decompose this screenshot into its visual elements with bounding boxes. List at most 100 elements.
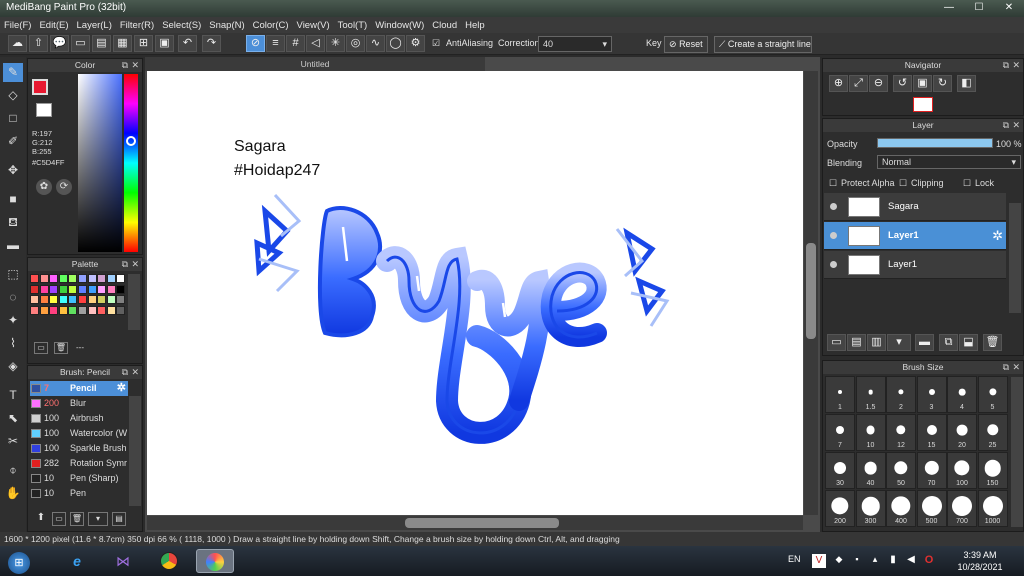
- chat-icon[interactable]: 💬: [50, 35, 69, 52]
- correction-select[interactable]: 40 ▾: [538, 36, 612, 52]
- snap-circle-icon[interactable]: ◎: [346, 35, 365, 52]
- vertical-scroll-thumb[interactable]: [806, 243, 816, 339]
- lock-checkbox[interactable]: ☐: [963, 178, 971, 189]
- palette-swatch[interactable]: [39, 305, 49, 315]
- select-tool-icon[interactable]: ⬚: [3, 265, 23, 284]
- clock[interactable]: 3:39 AM 10/28/2021: [950, 549, 1010, 573]
- opera-icon[interactable]: O: [922, 554, 936, 568]
- layer-row-layer1-selected[interactable]: Layer1 ✲: [824, 222, 1006, 250]
- text-tool-icon[interactable]: T: [3, 386, 23, 405]
- primary-color-swatch[interactable]: [32, 79, 48, 95]
- brush-list-item[interactable]: 100 Sparkle Brush: [30, 441, 128, 456]
- tray-expand-icon[interactable]: ▴: [868, 554, 882, 568]
- palette-swatch[interactable]: [97, 295, 107, 304]
- secondary-color-swatch[interactable]: [36, 103, 52, 117]
- brush-size-cell[interactable]: 150: [977, 452, 1008, 489]
- brush-settings-icon[interactable]: ▤: [112, 512, 126, 526]
- navigator-thumbnail[interactable]: [913, 97, 933, 112]
- folder-icon[interactable]: ▬: [915, 334, 934, 351]
- popout-icon[interactable]: ⧉: [122, 59, 128, 72]
- chrome-icon[interactable]: [150, 549, 188, 573]
- horizontal-scroll-thumb[interactable]: [405, 518, 559, 528]
- volume-icon[interactable]: ◀: [904, 554, 918, 568]
- brush-size-cell[interactable]: 700: [947, 490, 977, 527]
- select-pen-tool-icon[interactable]: ⌇: [3, 334, 23, 353]
- layer-scrollbar[interactable]: [1009, 203, 1021, 313]
- palette-swatch[interactable]: [116, 284, 126, 294]
- add-brush-icon[interactable]: ⬆: [34, 512, 48, 526]
- straight-line-button[interactable]: ⟋ Create a straight line: [714, 36, 812, 53]
- palette-swatch[interactable]: [68, 295, 78, 304]
- rotate-right-icon[interactable]: ↻: [933, 75, 952, 92]
- zoom-out-icon[interactable]: ⊖: [869, 75, 888, 92]
- palette-swatch[interactable]: [58, 284, 68, 294]
- palette-swatch[interactable]: [49, 295, 59, 304]
- brush-size-cell[interactable]: 12: [886, 414, 916, 451]
- palette-swatch[interactable]: [49, 305, 59, 315]
- internet-explorer-icon[interactable]: e: [58, 549, 96, 573]
- operation-tool-icon[interactable]: ⬉: [3, 409, 23, 428]
- brush-list-item[interactable]: 200 Blur: [30, 396, 128, 411]
- brush-list-item[interactable]: 10 Pen (Sharp): [30, 471, 128, 486]
- menu-help[interactable]: Help: [461, 20, 489, 31]
- medibang-taskbar-icon[interactable]: [196, 549, 234, 573]
- flip-icon[interactable]: ◧: [957, 75, 976, 92]
- fill-rect-tool-icon[interactable]: ■: [3, 190, 23, 209]
- palette-swatch[interactable]: [58, 305, 68, 315]
- rotate-left-icon[interactable]: ↺: [893, 75, 912, 92]
- palette-swatch[interactable]: [58, 274, 68, 283]
- select-eraser-tool-icon[interactable]: ◈: [3, 357, 23, 376]
- pen-tool-icon[interactable]: ✐: [3, 132, 23, 151]
- brush-size-cell[interactable]: 1000: [977, 490, 1008, 527]
- brush-size-cell[interactable]: 4: [947, 376, 977, 413]
- brush-size-cell[interactable]: 400: [886, 490, 916, 527]
- vietnamese-input-icon[interactable]: V: [812, 554, 826, 568]
- minimize-button[interactable]: —: [934, 0, 964, 16]
- brush-size-cell[interactable]: 20: [947, 414, 977, 451]
- brush-size-cell[interactable]: 100: [947, 452, 977, 489]
- close-icon[interactable]: ✕: [131, 258, 139, 271]
- layer-row-sagara[interactable]: Sagara: [824, 193, 1006, 221]
- brush-size-cell[interactable]: 500: [916, 490, 947, 527]
- frame-icon[interactable]: ▣: [155, 35, 174, 52]
- eye-icon[interactable]: [830, 232, 837, 239]
- actual-size-icon[interactable]: ▣: [913, 75, 932, 92]
- rectangle-tool-icon[interactable]: □: [3, 109, 23, 128]
- redo-icon[interactable]: ↷: [202, 35, 221, 52]
- popout-icon[interactable]: ⧉: [1003, 59, 1009, 72]
- eye-icon[interactable]: [830, 261, 837, 268]
- new-palette-icon[interactable]: ▭: [34, 342, 48, 354]
- gradient-tool-icon[interactable]: ▬: [3, 236, 23, 255]
- brush-size-cell[interactable]: 5: [977, 376, 1008, 413]
- brush-size-cell[interactable]: 70: [916, 452, 947, 489]
- palette-swatch[interactable]: [39, 274, 49, 283]
- snap-off-icon[interactable]: ⊘: [246, 35, 265, 52]
- palette-swatch[interactable]: [49, 274, 59, 283]
- palette-swatch[interactable]: [97, 284, 107, 294]
- palette-swatch[interactable]: [30, 284, 39, 294]
- palette-swatch[interactable]: [106, 284, 116, 294]
- snap-settings-icon[interactable]: ⚙: [406, 35, 425, 52]
- trash-icon[interactable]: 🗑: [54, 342, 68, 354]
- palette-swatch[interactable]: [106, 274, 116, 283]
- palette-swatch[interactable]: [68, 305, 78, 315]
- cloud-icon[interactable]: ☁: [8, 35, 27, 52]
- page-icon[interactable]: ▤: [92, 35, 111, 52]
- close-icon[interactable]: ✕: [1012, 119, 1020, 132]
- color-wheel-icon[interactable]: ✿: [36, 179, 52, 195]
- menu-snap[interactable]: Snap(N): [205, 20, 248, 31]
- palette-swatch[interactable]: [30, 305, 39, 315]
- menu-window[interactable]: Window(W): [371, 20, 428, 31]
- brush-size-cell[interactable]: 40: [855, 452, 886, 489]
- hue-slider[interactable]: [124, 74, 138, 252]
- grid-icon[interactable]: ⊞: [134, 35, 153, 52]
- blending-select[interactable]: Normal ▾: [877, 155, 1021, 169]
- menu-edit[interactable]: Edit(E): [35, 20, 72, 31]
- snap-curve-icon[interactable]: ∿: [366, 35, 385, 52]
- popout-icon[interactable]: ⧉: [1003, 119, 1009, 132]
- close-button[interactable]: ✕: [994, 0, 1024, 16]
- brush-list-item[interactable]: 7 Pencil ✲: [30, 381, 128, 396]
- palette-swatch[interactable]: [116, 295, 126, 304]
- palette-swatch[interactable]: [30, 295, 39, 304]
- close-icon[interactable]: ✕: [131, 59, 139, 72]
